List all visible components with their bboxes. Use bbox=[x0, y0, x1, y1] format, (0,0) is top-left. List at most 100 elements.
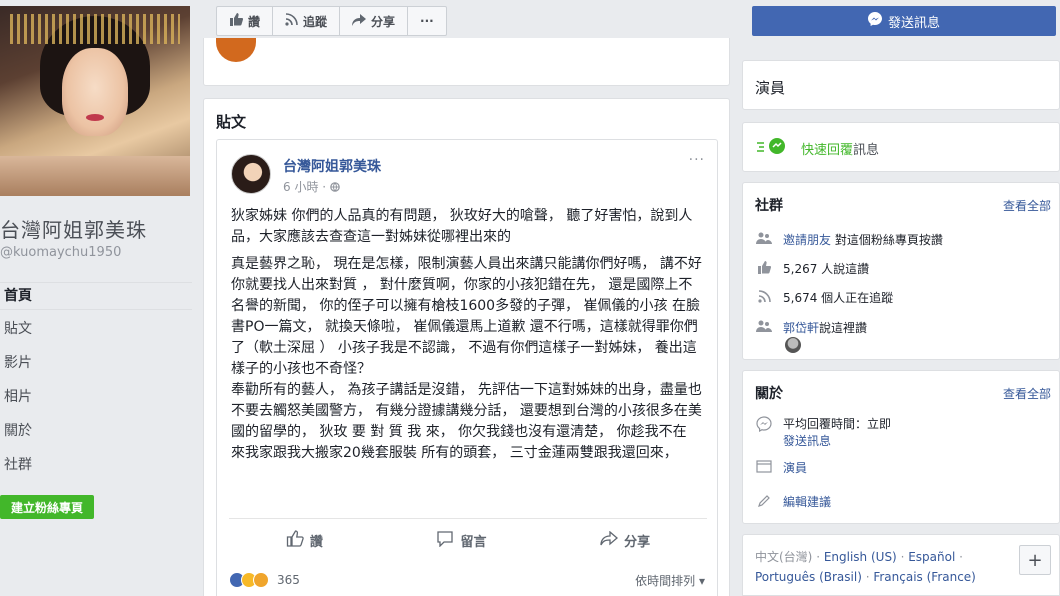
like-page-label: 讚 bbox=[248, 14, 261, 29]
send-message-label: 發送訊息 bbox=[887, 15, 940, 31]
share-arrow-icon bbox=[352, 13, 367, 29]
friend-avatar[interactable] bbox=[785, 337, 801, 353]
about-card: 關於 查看全部 平均回覆時間：立即 發送訊息 演員 編輯建議 bbox=[742, 370, 1060, 524]
category-card: 演員 bbox=[742, 60, 1060, 110]
globe-icon: · bbox=[322, 180, 340, 194]
follows-count: 5,674 個人正在追蹤 bbox=[783, 291, 894, 305]
follows-row: 5,674 個人正在追蹤 bbox=[755, 289, 893, 306]
post-share-label: 分享 bbox=[624, 534, 651, 550]
profile-picture[interactable] bbox=[0, 6, 190, 196]
page-action-bar: 讚 追蹤 分享 ··· bbox=[216, 6, 447, 36]
post-divider bbox=[229, 518, 707, 519]
create-page-button[interactable]: 建立粉絲專頁 bbox=[0, 495, 95, 519]
post-action-bar: 讚 留言 分享 bbox=[229, 524, 707, 556]
nav-item-about[interactable]: 關於 bbox=[0, 418, 192, 452]
likes-count: 5,267 人說這讚 bbox=[783, 262, 870, 276]
current-language: 中文(台灣) bbox=[755, 550, 813, 564]
share-page-button[interactable]: 分享 bbox=[340, 7, 409, 35]
community-title: 社群 bbox=[755, 198, 783, 214]
post-paragraph: 奉勸所有的藝人， 為孩子講話是沒錯， 先評估一下這對姊妹的出身，盡量也不要去觸怒… bbox=[231, 382, 702, 461]
language-link-es[interactable]: Español bbox=[908, 550, 955, 564]
reaction-count: 365 bbox=[277, 573, 300, 587]
post-meta: 6 小時 · bbox=[283, 178, 340, 195]
invite-friends-text: 對這個粉絲專頁按讚 bbox=[834, 233, 943, 247]
posts-section: 貼文 台灣阿姐郭美珠 6 小時 · ··· 狄家姊妹 你們的人品真的有問題， 狄… bbox=[203, 98, 730, 596]
language-card: 中文(台灣) · English (US) · Español · Portug… bbox=[742, 534, 1060, 596]
suggest-edit-link[interactable]: 編輯建議 bbox=[783, 493, 831, 510]
thumbs-up-icon bbox=[229, 13, 244, 29]
people-icon bbox=[755, 319, 773, 332]
post-comment-label: 留言 bbox=[460, 534, 487, 550]
community-see-all-link[interactable]: 查看全部 bbox=[1003, 197, 1051, 214]
post-paragraph: 真是藝界之恥， 現在是怎樣，限制演藝人員出來講只能講你們好嗎， 講不好你就要找人… bbox=[231, 256, 702, 377]
rss-icon bbox=[285, 13, 298, 29]
friend-name-link[interactable]: 郭岱軒 bbox=[783, 321, 819, 335]
nav-item-videos[interactable]: 影片 bbox=[0, 350, 192, 384]
friend-likes-text: 說這裡讚 bbox=[819, 321, 868, 335]
comment-bubble-icon bbox=[436, 530, 454, 551]
add-language-button[interactable]: + bbox=[1019, 545, 1051, 575]
nav-item-community[interactable]: 社群 bbox=[0, 452, 192, 486]
post-card: 台灣阿姐郭美珠 6 小時 · ··· 狄家姊妹 你們的人品真的有問題， 狄玫好大… bbox=[216, 139, 718, 596]
post-body: 狄家姊妹 你們的人品真的有問題， 狄玫好大的嗆聲， 聽了好害怕，說到人品，大家應… bbox=[231, 206, 705, 470]
post-timestamp[interactable]: 6 小時 bbox=[283, 180, 318, 194]
about-see-all-link[interactable]: 查看全部 bbox=[1003, 385, 1051, 402]
post-comment-button[interactable]: 留言 bbox=[436, 530, 486, 551]
messenger-icon bbox=[867, 12, 882, 30]
people-icon bbox=[755, 231, 773, 244]
previous-post-avatar bbox=[216, 38, 256, 62]
language-link-fr[interactable]: Français (France) bbox=[873, 570, 976, 584]
community-card: 社群 查看全部 邀請朋友 對這個粉絲專頁按讚 5,267 人說這讚 5,674 … bbox=[742, 182, 1060, 360]
post-like-label: 讚 bbox=[309, 534, 323, 550]
follow-page-label: 追蹤 bbox=[303, 14, 328, 29]
posts-section-title: 貼文 bbox=[216, 113, 247, 131]
invite-friends-row: 邀請朋友 對這個粉絲專頁按讚 bbox=[755, 231, 943, 248]
share-page-label: 分享 bbox=[371, 14, 396, 29]
nav-item-photos[interactable]: 相片 bbox=[0, 384, 192, 418]
quick-reply-icon bbox=[757, 137, 787, 161]
quick-reply-highlight: 快速回覆 bbox=[801, 143, 854, 158]
profile-lips bbox=[86, 114, 104, 121]
previous-post-card bbox=[203, 38, 730, 86]
messenger-outline-icon bbox=[755, 415, 773, 432]
post-author-avatar[interactable] bbox=[231, 154, 271, 194]
comment-sort-dropdown[interactable]: 依時間排列 ▾ bbox=[635, 572, 705, 589]
nav-item-posts[interactable]: 貼文 bbox=[0, 316, 192, 350]
post-share-button[interactable]: 分享 bbox=[600, 530, 651, 550]
quick-reply-card: 快速回覆訊息 bbox=[742, 122, 1060, 172]
response-time-row: 平均回覆時間：立即 發送訊息 bbox=[755, 415, 891, 449]
suggest-edit-row: 編輯建議 bbox=[755, 493, 831, 510]
profile-headdress bbox=[10, 14, 180, 44]
thumbs-up-outline-icon bbox=[286, 529, 304, 551]
reaction-icons bbox=[229, 572, 269, 588]
haha-reaction-icon bbox=[253, 572, 269, 588]
thumbs-up-icon bbox=[755, 260, 773, 274]
rss-icon bbox=[755, 289, 773, 303]
page-name[interactable]: 台灣阿姐郭美珠 bbox=[0, 214, 147, 243]
language-link-pt[interactable]: Português (Brasil) bbox=[755, 570, 862, 584]
profile-face bbox=[62, 48, 128, 136]
language-link-en[interactable]: English (US) bbox=[824, 550, 897, 564]
follow-page-button[interactable]: 追蹤 bbox=[273, 7, 341, 35]
share-arrow-outline-icon bbox=[600, 530, 619, 550]
about-category-link[interactable]: 演員 bbox=[783, 459, 807, 476]
likes-row: 5,267 人說這讚 bbox=[755, 260, 869, 277]
more-options-button[interactable]: ··· bbox=[408, 7, 446, 35]
post-like-button[interactable]: 讚 bbox=[286, 529, 323, 551]
profile-shoulder bbox=[0, 156, 190, 196]
post-options-button[interactable]: ··· bbox=[689, 152, 705, 168]
folder-icon bbox=[755, 459, 773, 473]
nav-item-home[interactable]: 首頁 bbox=[0, 282, 192, 310]
quick-reply-suffix: 訊息 bbox=[853, 143, 880, 158]
language-list: 中文(台灣) · English (US) · Español · Portug… bbox=[755, 550, 976, 584]
about-title: 關於 bbox=[755, 386, 783, 402]
page-nav: 首頁 貼文 影片 相片 關於 社群 bbox=[0, 282, 192, 486]
pencil-icon bbox=[755, 493, 773, 508]
page-category[interactable]: 演員 bbox=[755, 77, 785, 98]
about-send-message-link[interactable]: 發送訊息 bbox=[783, 434, 831, 448]
send-message-button[interactable]: 發送訊息 bbox=[752, 6, 1056, 36]
like-page-button[interactable]: 讚 bbox=[217, 7, 274, 35]
invite-friends-link[interactable]: 邀請朋友 bbox=[783, 233, 831, 247]
post-author-name[interactable]: 台灣阿姐郭美珠 bbox=[283, 156, 381, 176]
post-reactions[interactable]: 365 bbox=[229, 572, 300, 588]
